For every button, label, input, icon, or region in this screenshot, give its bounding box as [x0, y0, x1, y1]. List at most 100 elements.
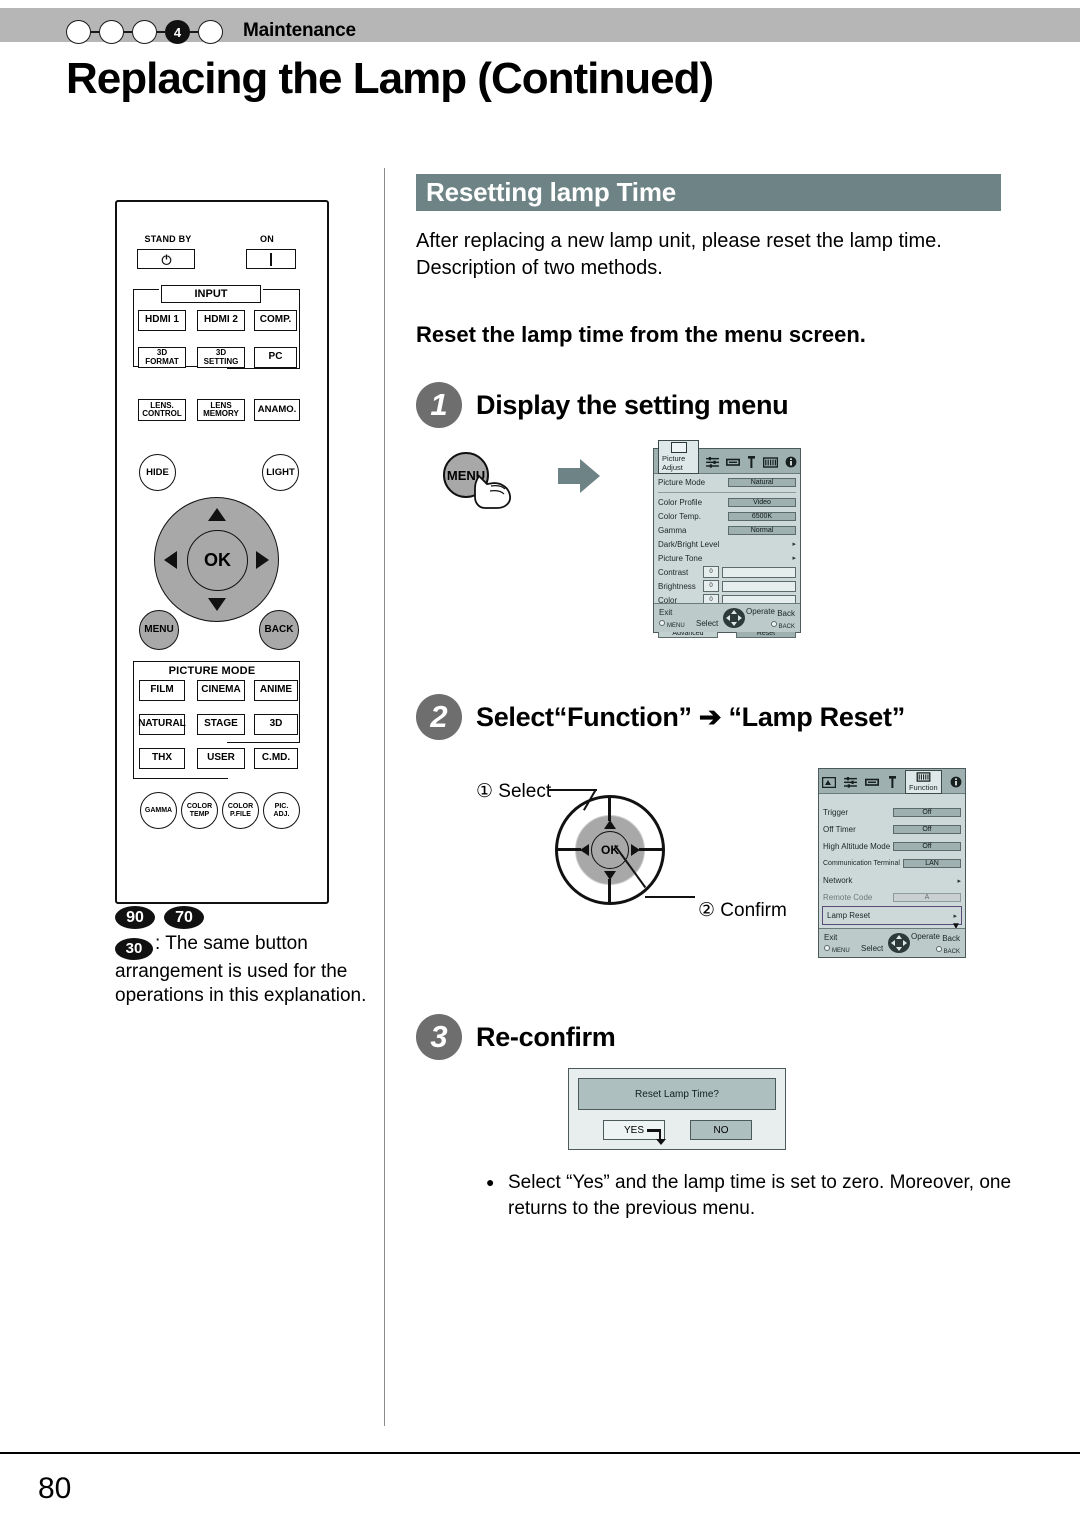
- osd-tab-input-signal[interactable]: [706, 455, 719, 473]
- stage-button[interactable]: STAGE: [197, 714, 245, 735]
- chapter-label: Maintenance: [243, 20, 356, 41]
- remote-back-button[interactable]: BACK: [259, 610, 299, 650]
- osd-tab-display-setup[interactable]: [747, 455, 756, 473]
- on-label: ON: [260, 234, 274, 244]
- osd-row-remote-code[interactable]: Remote Code A: [819, 889, 965, 906]
- osd-row-contrast[interactable]: Contrast 0: [654, 565, 800, 579]
- thx-button[interactable]: THX: [139, 748, 185, 769]
- osd-row-network[interactable]: Network ▸: [819, 872, 965, 889]
- osd-value: Off: [893, 842, 961, 851]
- osd-row-brightness[interactable]: Brightness 0: [654, 579, 800, 593]
- cinema-button[interactable]: CINEMA: [197, 680, 245, 701]
- osd-tab-function[interactable]: [762, 455, 779, 473]
- osd-slider-bar[interactable]: [722, 566, 796, 578]
- step-1-title: Display the setting menu: [476, 389, 789, 420]
- dpad-left-icon[interactable]: [164, 551, 177, 569]
- osd-tab-input-signal[interactable]: [844, 775, 858, 793]
- osd-row-lamp-reset-selected[interactable]: Lamp Reset ▸: [822, 906, 962, 925]
- remote-menu-button[interactable]: MENU: [139, 610, 179, 650]
- dot-connector: [91, 30, 99, 34]
- dpad-graphic[interactable]: OK: [555, 795, 665, 905]
- osd-tab-information[interactable]: [950, 775, 962, 793]
- pc-button[interactable]: PC: [254, 347, 297, 368]
- osd-tab-installation[interactable]: [865, 775, 880, 793]
- dialog-no-button[interactable]: NO: [690, 1120, 752, 1140]
- osd-row-off-timer[interactable]: Off Timer Off: [819, 821, 965, 838]
- hide-button[interactable]: HIDE: [139, 454, 176, 491]
- osd-row-dark-bright-level[interactable]: Dark/Bright Level ▸: [654, 537, 800, 551]
- 3d-format-button[interactable]: 3D FORMAT: [138, 347, 186, 368]
- osd-value: LAN: [903, 859, 961, 868]
- anime-button[interactable]: ANIME: [254, 680, 298, 701]
- submenu-arrow-icon: ▸: [957, 877, 961, 885]
- osd-slider-bar[interactable]: [722, 580, 796, 592]
- hdmi1-button[interactable]: HDMI 1: [138, 310, 186, 331]
- osd-value: Video: [728, 497, 796, 507]
- standby-label: STAND BY: [144, 234, 192, 244]
- osd-value: 6500K: [728, 511, 796, 521]
- osd-row-color-temp[interactable]: Color Temp. 6500K: [654, 509, 800, 523]
- film-button[interactable]: FILM: [139, 680, 185, 701]
- lens-control-button[interactable]: LENS. CONTROL: [138, 399, 186, 421]
- section-intro-text: After replacing a new lamp unit, please …: [416, 230, 942, 279]
- section-heading-bar: Resetting lamp Time: [416, 174, 1001, 211]
- remote-control-diagram: STAND BY ON INPUT HDMI 1 HDMI 2 COMP. 3D…: [115, 200, 329, 904]
- dpad-up-arrow: [604, 820, 616, 829]
- bullet-icon: ●: [486, 1174, 495, 1190]
- step-2: 2 Select“Function” ➔ “Lamp Reset”: [416, 694, 905, 740]
- user-button[interactable]: USER: [197, 748, 245, 769]
- dot-connector: [124, 30, 132, 34]
- osd-value: Off: [893, 808, 961, 817]
- osd-tab-display-setup[interactable]: [888, 775, 897, 793]
- osd-row-high-altitude-mode[interactable]: High Altitude Mode Off: [819, 838, 965, 855]
- color-temp-button[interactable]: COLOR TEMP: [181, 792, 218, 829]
- natural-button[interactable]: NATURAL: [138, 714, 186, 735]
- model-note: 30: The same button arrangement is used …: [115, 932, 393, 1008]
- osd-separator: [658, 492, 796, 493]
- osd-footer-bar: Exit MENU Select Operate Back BACK: [819, 928, 965, 957]
- osd-row-picture-tone[interactable]: Picture Tone ▸: [654, 551, 800, 565]
- on-button[interactable]: [246, 249, 296, 269]
- dialog-message: Reset Lamp Time?: [578, 1078, 776, 1110]
- lens-memory-button[interactable]: LENS MEMORY: [197, 399, 245, 421]
- select-caption: ① Select: [476, 781, 552, 802]
- remote-dpad[interactable]: OK: [154, 497, 279, 622]
- osd-slider[interactable]: 0: [703, 566, 796, 578]
- osd-slider[interactable]: 0: [703, 580, 796, 592]
- 3d-mode-button[interactable]: 3D: [254, 714, 298, 735]
- dpad-down-icon[interactable]: [208, 598, 226, 611]
- hdmi2-button[interactable]: HDMI 2: [197, 310, 245, 331]
- light-button[interactable]: LIGHT: [262, 454, 299, 491]
- chapter-header-bar: 4 Maintenance: [0, 8, 1080, 44]
- anamo-button[interactable]: ANAMO.: [254, 399, 300, 421]
- osd-tab-picture-adjust[interactable]: Picture Adjust: [658, 440, 699, 474]
- dot-connector: [190, 30, 198, 34]
- closing-note: Select “Yes” and the lamp time is set to…: [508, 1172, 1012, 1219]
- osd-row-gamma[interactable]: Gamma Normal: [654, 523, 800, 537]
- 3d-setting-button[interactable]: 3D SETTING: [197, 347, 245, 368]
- remote-ok-button[interactable]: OK: [187, 530, 248, 591]
- dot-connector: [157, 30, 165, 34]
- standby-button[interactable]: [137, 249, 195, 269]
- dpad-ok-button[interactable]: OK: [591, 831, 629, 869]
- dpad-up-icon[interactable]: [208, 508, 226, 521]
- osd-tab-picture-adjust[interactable]: [821, 775, 837, 793]
- osd-row-communication-terminal[interactable]: Communication Terminal LAN: [819, 855, 965, 872]
- cmd-button[interactable]: C.MD.: [254, 748, 298, 769]
- osd-tab-information[interactable]: [785, 455, 797, 473]
- gamma-button[interactable]: GAMMA: [140, 792, 177, 829]
- osd-label: Picture Mode: [658, 477, 706, 487]
- osd-row-color-profile[interactable]: Color Profile Video: [654, 495, 800, 509]
- osd-value: A: [893, 893, 961, 902]
- osd-row-trigger[interactable]: Trigger Off: [819, 804, 965, 821]
- osd-row-picture-mode[interactable]: Picture Mode Natural: [654, 474, 800, 490]
- chapter-dot-5: [198, 20, 223, 44]
- osd-tab-function-selected[interactable]: Function: [904, 770, 942, 794]
- pic-adj-button[interactable]: PIC. ADJ.: [263, 792, 300, 829]
- osd-tab-installation[interactable]: [726, 455, 740, 473]
- color-pfile-button[interactable]: COLOR P.FILE: [222, 792, 259, 829]
- dpad-right-icon[interactable]: [256, 551, 269, 569]
- comp-button[interactable]: COMP.: [254, 310, 297, 331]
- flow-arrow-icon: [556, 456, 602, 501]
- power-icon: [161, 253, 171, 265]
